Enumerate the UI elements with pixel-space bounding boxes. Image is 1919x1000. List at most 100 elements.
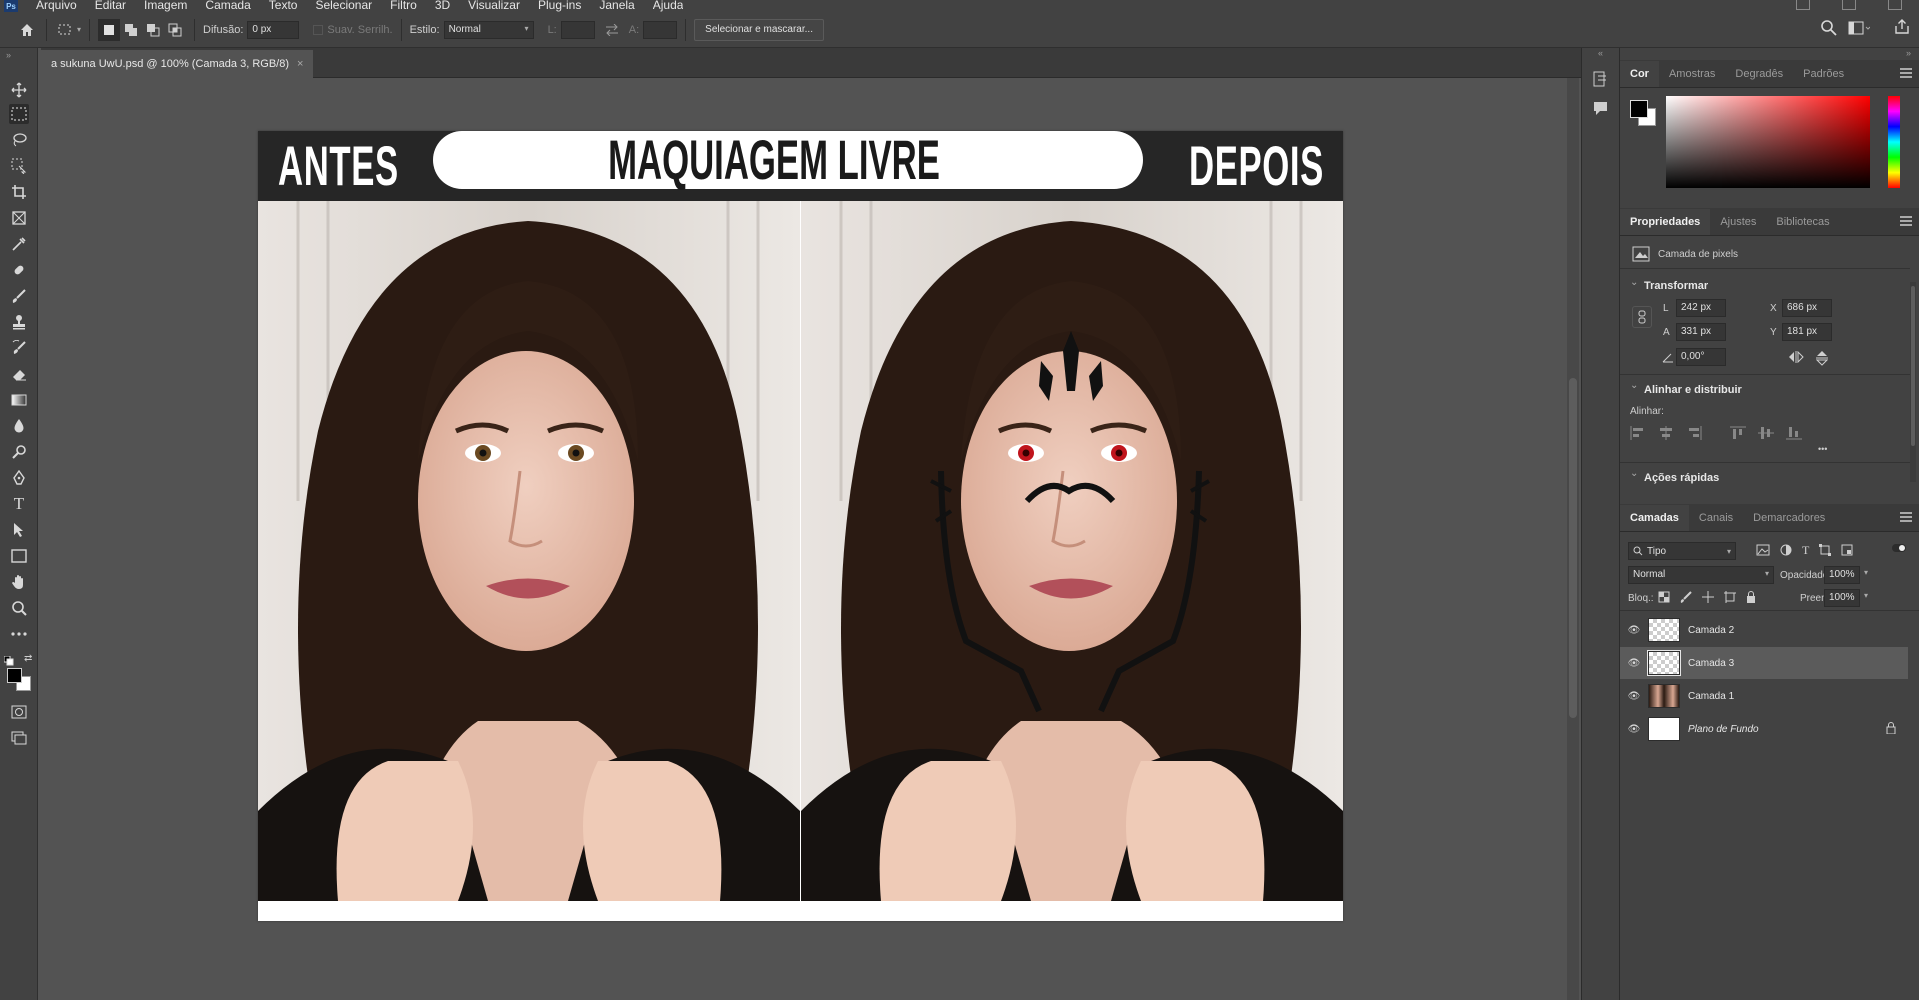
menu-arquivo[interactable]: Arquivo	[36, 0, 77, 12]
lasso-tool-icon[interactable]	[9, 130, 29, 150]
hue-slider[interactable]	[1888, 96, 1900, 188]
type-tool-icon[interactable]: T	[9, 494, 29, 514]
visibility-eye-icon[interactable]: 👁	[1620, 724, 1648, 735]
menu-janela[interactable]: Janela	[599, 0, 634, 12]
close-window-button[interactable]	[1888, 0, 1902, 10]
tab-padroes[interactable]: Padrões	[1793, 61, 1854, 87]
visibility-eye-icon[interactable]: 👁	[1620, 691, 1648, 702]
marquee-tool-preset-icon[interactable]	[55, 19, 77, 41]
foreground-color-swatch[interactable]	[7, 668, 22, 683]
layer-row[interactable]: 👁 Camada 3	[1620, 647, 1908, 679]
chevron-down-icon[interactable]: ⌄	[1630, 380, 1638, 391]
panel-menu-icon[interactable]	[1900, 512, 1912, 522]
menu-camada[interactable]: Camada	[205, 0, 250, 12]
layer-row[interactable]: 👁 Camada 1	[1620, 680, 1908, 712]
rectangle-tool-icon[interactable]	[9, 546, 29, 566]
close-tab-icon[interactable]: ×	[297, 58, 303, 70]
document-tab[interactable]: a sukuna UwU.psd @ 100% (Camada 3, RGB/8…	[41, 50, 314, 78]
tab-ajustes[interactable]: Ajustes	[1710, 209, 1766, 235]
menu-plugins[interactable]: Plug-ins	[538, 0, 581, 12]
lock-pixels-icon[interactable]	[1680, 591, 1692, 603]
new-selection-icon[interactable]	[98, 18, 121, 41]
menu-visualizar[interactable]: Visualizar	[468, 0, 520, 12]
layer-filter-select[interactable]: Tipo ▾	[1628, 542, 1736, 560]
align-horizontal-center-icon[interactable]	[1658, 426, 1674, 440]
chevron-down-icon[interactable]: ▾	[1864, 568, 1868, 577]
align-right-icon[interactable]	[1686, 426, 1702, 440]
menu-imagem[interactable]: Imagem	[144, 0, 187, 12]
dodge-tool-icon[interactable]	[9, 442, 29, 462]
document-canvas[interactable]: ANTES MAQUIAGEM LIVRE DEPOIS	[258, 131, 1343, 921]
align-bottom-icon[interactable]	[1786, 426, 1802, 440]
visibility-eye-icon[interactable]: 👁	[1620, 625, 1648, 636]
more-tools-icon[interactable]	[9, 624, 29, 644]
clone-stamp-tool-icon[interactable]	[9, 312, 29, 332]
screen-mode-icon[interactable]	[9, 728, 29, 748]
zoom-tool-icon[interactable]	[9, 598, 29, 618]
home-icon[interactable]	[16, 19, 38, 41]
comments-panel-icon[interactable]	[1592, 100, 1610, 121]
y-field[interactable]: 181 px	[1782, 323, 1832, 341]
tab-amostras[interactable]: Amostras	[1659, 61, 1725, 87]
color-field[interactable]	[1666, 96, 1870, 188]
layer-row[interactable]: 👁 Plano de Fundo	[1620, 713, 1908, 745]
history-panel-icon[interactable]	[1592, 70, 1610, 93]
anti-alias-checkbox[interactable]	[313, 24, 324, 35]
swap-colors-icon[interactable]: ⇄	[24, 653, 32, 664]
history-brush-tool-icon[interactable]	[9, 338, 29, 358]
blend-mode-select[interactable]: Normal ▾	[1628, 566, 1774, 584]
tab-degrades[interactable]: Degradês	[1725, 61, 1793, 87]
x-field[interactable]: 686 px	[1782, 299, 1832, 317]
menu-editar[interactable]: Editar	[95, 0, 126, 12]
healing-brush-tool-icon[interactable]	[9, 260, 29, 280]
add-selection-icon[interactable]	[120, 19, 142, 41]
move-tool-icon[interactable]	[9, 80, 29, 100]
lock-transparent-icon[interactable]	[1658, 591, 1670, 603]
select-and-mask-button[interactable]: Selecionar e mascarar...	[694, 18, 824, 41]
minimize-button[interactable]	[1796, 0, 1810, 10]
maximize-button[interactable]	[1842, 0, 1856, 10]
blur-tool-icon[interactable]	[9, 416, 29, 436]
filter-pixel-icon[interactable]	[1756, 544, 1770, 556]
flip-vertical-icon[interactable]	[1815, 350, 1829, 369]
path-selection-tool-icon[interactable]	[9, 520, 29, 540]
layer-name[interactable]: Plano de Fundo	[1688, 724, 1759, 735]
align-top-icon[interactable]	[1730, 426, 1746, 440]
rectangular-marquee-tool-icon[interactable]	[9, 104, 29, 124]
flip-horizontal-icon[interactable]	[1788, 350, 1804, 366]
chevron-down-icon[interactable]: ▾	[1864, 591, 1868, 600]
tab-canais[interactable]: Canais	[1689, 505, 1743, 531]
lock-position-icon[interactable]	[1702, 591, 1714, 603]
layer-name[interactable]: Camada 3	[1688, 658, 1734, 669]
filter-smart-object-icon[interactable]	[1841, 544, 1853, 556]
align-left-icon[interactable]	[1630, 426, 1646, 440]
menu-3d[interactable]: 3D	[435, 0, 450, 12]
filter-adjustment-icon[interactable]	[1780, 544, 1792, 556]
expand-panels-icon[interactable]: »	[1906, 48, 1911, 58]
layer-name[interactable]: Camada 1	[1688, 691, 1734, 702]
align-vertical-center-icon[interactable]	[1758, 426, 1774, 440]
filter-type-icon[interactable]: T	[1802, 544, 1809, 556]
visibility-eye-icon[interactable]: 👁	[1620, 658, 1648, 669]
height-field[interactable]: 331 px	[1676, 323, 1726, 341]
menu-filtro[interactable]: Filtro	[390, 0, 417, 12]
frame-tool-icon[interactable]	[9, 208, 29, 228]
tab-cor[interactable]: Cor	[1620, 61, 1659, 87]
width-field[interactable]: 242 px	[1676, 299, 1726, 317]
collapse-panels-icon[interactable]: «	[1598, 48, 1603, 58]
chevron-down-icon[interactable]: ⌄	[1630, 468, 1638, 479]
fill-field[interactable]: 100%	[1824, 589, 1860, 607]
menu-texto[interactable]: Texto	[269, 0, 298, 12]
eraser-tool-icon[interactable]	[9, 364, 29, 384]
swap-icon[interactable]	[601, 19, 623, 41]
share-icon[interactable]	[1894, 19, 1910, 38]
search-icon[interactable]	[1820, 19, 1838, 40]
more-options-icon[interactable]: •••	[1818, 444, 1827, 454]
tab-camadas[interactable]: Camadas	[1620, 505, 1689, 531]
filter-toggle[interactable]	[1892, 544, 1906, 552]
object-selection-tool-icon[interactable]	[9, 156, 29, 176]
chevron-down-icon[interactable]: ⌄	[1630, 277, 1638, 288]
intersect-selection-icon[interactable]	[164, 19, 186, 41]
link-icon[interactable]	[1632, 306, 1652, 328]
lock-all-icon[interactable]	[1746, 591, 1756, 603]
